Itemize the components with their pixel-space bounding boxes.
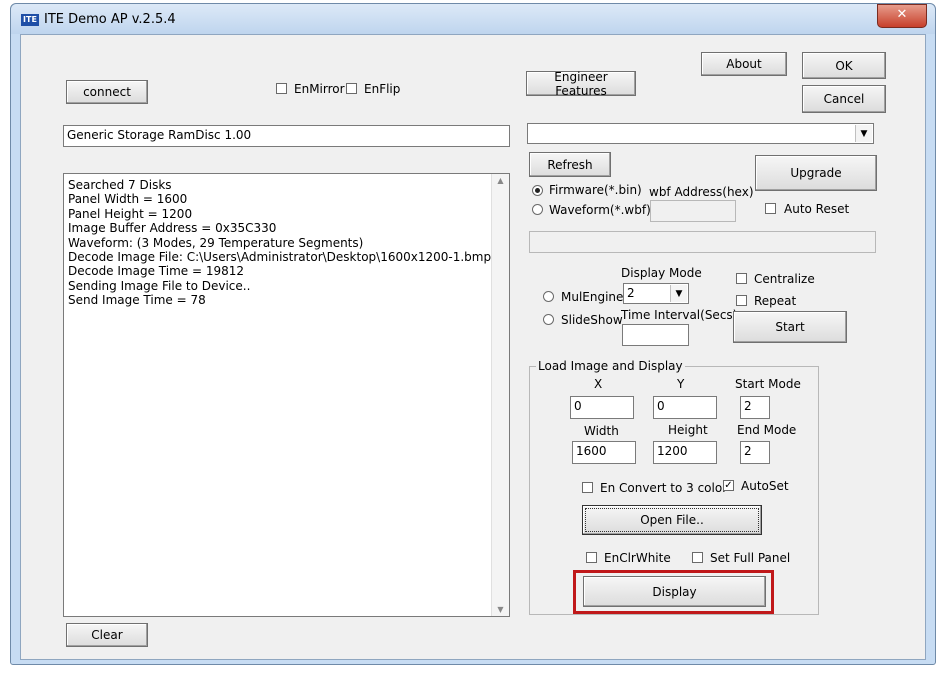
progress-bar — [529, 231, 876, 253]
log-textarea[interactable]: Searched 7 Disks Panel Width = 1600 Panel … — [63, 173, 510, 617]
wbf-address-label: wbf Address(hex) — [649, 185, 754, 199]
connect-button[interactable]: connect — [66, 80, 148, 104]
cancel-button[interactable]: Cancel — [802, 85, 886, 113]
mulengine-label: MulEngine — [561, 290, 624, 304]
load-image-group-label: Load Image and Display — [536, 359, 685, 373]
width-label: Width — [584, 424, 619, 438]
repeat-label: Repeat — [754, 294, 797, 308]
log-line: Image Buffer Address = 0x35C330 — [68, 221, 277, 236]
display-mode-select[interactable]: 2 ▼ — [623, 283, 689, 304]
title-bar[interactable]: ITE ITE Demo AP v.2.5.4 ✕ — [11, 4, 935, 34]
centralize-label: Centralize — [754, 272, 815, 286]
window-title: ITE Demo AP v.2.5.4 — [44, 12, 176, 27]
firmware-radio[interactable] — [532, 185, 543, 196]
time-interval-label: Time Interval(Secs) — [621, 308, 738, 322]
device-combo[interactable]: ▼ — [527, 123, 874, 144]
time-interval-field[interactable] — [622, 324, 689, 346]
slideshow-radio[interactable] — [543, 314, 554, 325]
ok-button[interactable]: OK — [802, 52, 886, 79]
log-scrollbar[interactable]: ▲ ▼ — [491, 174, 509, 616]
x-field[interactable]: 0 — [570, 396, 634, 419]
enmirror-checkbox[interactable] — [276, 83, 287, 94]
log-line: Decode Image Time = 19812 — [68, 264, 244, 279]
refresh-button[interactable]: Refresh — [529, 152, 611, 177]
set-full-panel-label: Set Full Panel — [710, 551, 791, 565]
device-name-field[interactable]: Generic Storage RamDisc 1.00 — [63, 125, 510, 147]
autoset-label: AutoSet — [741, 479, 789, 493]
chevron-down-icon[interactable]: ▼ — [855, 125, 872, 142]
log-line: Panel Width = 1600 — [68, 192, 188, 207]
app-icon: ITE — [21, 14, 39, 26]
display-mode-label: Display Mode — [621, 266, 702, 280]
auto-reset-checkbox[interactable] — [765, 203, 776, 214]
set-full-panel-checkbox[interactable] — [692, 552, 703, 563]
start-mode-field[interactable]: 2 — [740, 396, 770, 419]
auto-reset-label: Auto Reset — [784, 202, 850, 216]
waveform-radio[interactable] — [532, 204, 543, 215]
enclrwhite-label: EnClrWhite — [604, 551, 671, 565]
centralize-checkbox[interactable] — [736, 273, 747, 284]
scroll-up-icon[interactable]: ▲ — [492, 176, 509, 185]
repeat-checkbox[interactable] — [736, 295, 747, 306]
client-area: connect EnMirror EnFlip Engineer Feature… — [20, 34, 926, 660]
enmirror-label: EnMirror — [294, 82, 345, 96]
scroll-down-icon[interactable]: ▼ — [492, 605, 509, 614]
clear-button[interactable]: Clear — [66, 623, 148, 647]
log-line: Searched 7 Disks — [68, 178, 172, 192]
y-label: Y — [677, 377, 685, 391]
log-line: Sending Image File to Device.. — [68, 278, 251, 293]
y-field[interactable]: 0 — [653, 396, 717, 419]
enflip-checkbox[interactable] — [346, 83, 357, 94]
enclrwhite-checkbox[interactable] — [586, 552, 597, 563]
about-button[interactable]: About — [701, 52, 787, 76]
display-mode-value: 2 — [627, 286, 635, 300]
log-line: Panel Height = 1200 — [68, 206, 193, 221]
x-label: X — [594, 377, 603, 391]
app-window: ITE ITE Demo AP v.2.5.4 ✕ connect EnMirr… — [10, 3, 936, 665]
firmware-label: Firmware(*.bin) — [549, 183, 642, 197]
convert-3-color-checkbox[interactable] — [582, 482, 593, 493]
height-label: Height — [668, 423, 708, 437]
slideshow-label: SlideShow — [561, 313, 623, 327]
log-lines: Searched 7 Disks Panel Width = 1600 Panel … — [68, 178, 491, 308]
autoset-checkbox[interactable]: ✓ — [723, 480, 734, 491]
end-mode-field[interactable]: 2 — [740, 441, 770, 464]
close-button[interactable]: ✕ — [877, 4, 927, 28]
height-field[interactable]: 1200 — [653, 441, 717, 464]
display-button[interactable]: Display — [583, 576, 766, 607]
enflip-label: EnFlip — [364, 82, 401, 96]
start-mode-label: Start Mode — [735, 377, 801, 391]
wbf-address-field[interactable] — [650, 200, 736, 222]
log-line: Waveform: (3 Modes, 29 Temperature Segme… — [68, 235, 364, 250]
mulengine-radio[interactable] — [543, 291, 554, 302]
upgrade-button[interactable]: Upgrade — [755, 155, 877, 191]
convert-3-color-label: En Convert to 3 color — [600, 481, 728, 495]
log-line: Send Image Time = 78 — [68, 293, 206, 308]
open-file-button[interactable]: Open File.. — [582, 505, 762, 535]
width-field[interactable]: 1600 — [572, 441, 636, 464]
log-line: Decode Image File: C:\Users\Administrato… — [68, 250, 492, 265]
start-button[interactable]: Start — [733, 311, 847, 343]
chevron-down-icon[interactable]: ▼ — [670, 285, 687, 302]
waveform-label: Waveform(*.wbf) — [549, 203, 651, 217]
engineer-features-button[interactable]: Engineer Features — [526, 70, 636, 98]
end-mode-label: End Mode — [737, 423, 797, 437]
